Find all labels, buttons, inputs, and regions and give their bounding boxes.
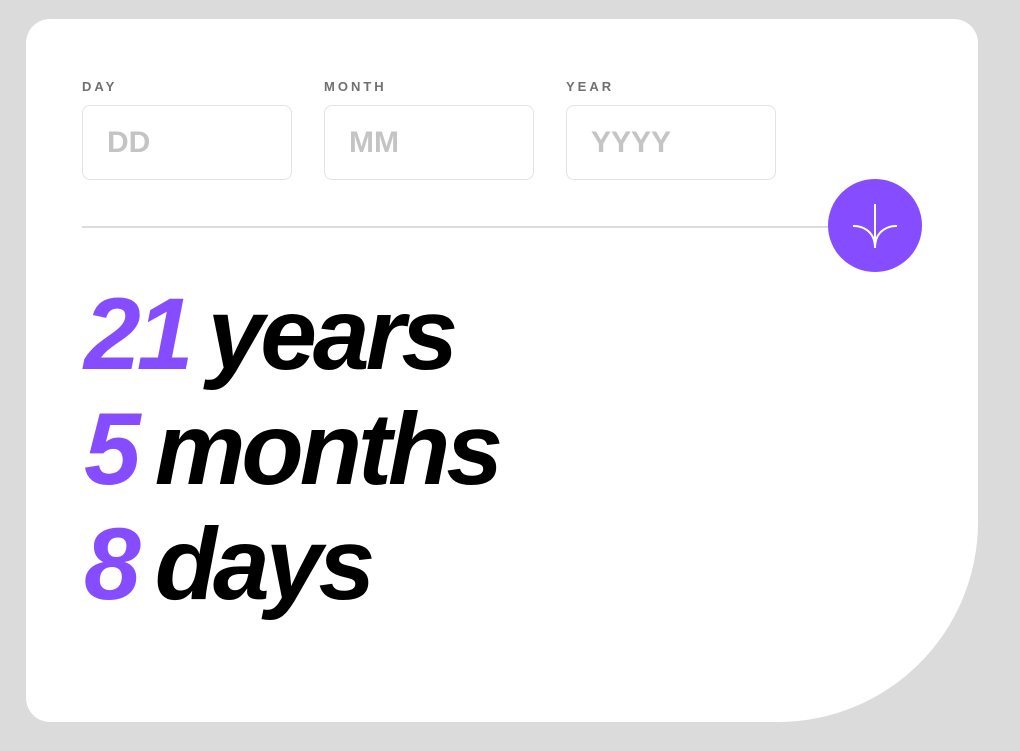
month-input[interactable] <box>324 105 534 180</box>
days-value: 8 <box>84 507 141 621</box>
days-unit: days <box>154 507 375 621</box>
years-unit: years <box>207 277 458 391</box>
day-input[interactable] <box>82 105 292 180</box>
days-result: 8 days <box>84 507 499 622</box>
day-label: DAY <box>82 79 118 94</box>
age-results: 21 years 5 months 8 days <box>84 277 503 622</box>
month-label: MONTH <box>324 79 387 94</box>
day-field: DAY <box>82 79 292 180</box>
date-input-group: DAY MONTH YEAR <box>82 79 776 180</box>
year-label: YEAR <box>566 79 615 94</box>
months-value: 5 <box>84 392 141 506</box>
arrow-down-icon <box>852 203 898 248</box>
years-value: 21 <box>84 277 193 391</box>
months-result: 5 months <box>84 392 503 507</box>
submit-button[interactable] <box>828 179 922 272</box>
divider <box>82 226 842 228</box>
month-field: MONTH <box>324 79 534 180</box>
year-field: YEAR <box>566 79 776 180</box>
months-unit: months <box>154 392 503 506</box>
year-input[interactable] <box>566 105 776 180</box>
age-calculator-card: DAY MONTH YEAR 21years 5months <box>26 19 978 722</box>
years-result: 21 years <box>84 277 499 392</box>
